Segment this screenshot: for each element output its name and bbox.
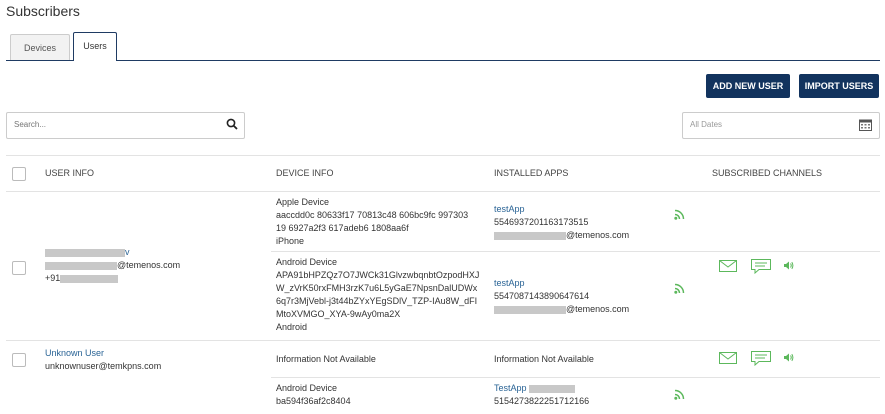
search-box xyxy=(6,112,245,139)
divider xyxy=(6,340,880,341)
device-type: Apple Device xyxy=(276,197,330,207)
date-filter[interactable]: All Dates xyxy=(682,112,880,139)
app-id: 5154273822251712166 xyxy=(494,396,590,406)
voice-channel-icon xyxy=(784,261,794,270)
column-header-installed-apps: INSTALLED APPS xyxy=(494,168,569,178)
device-id-line: APA91bHPZQz7O7JWCk31GlvzwbqnbtOzpodHXJ xyxy=(276,270,480,280)
select-all-checkbox[interactable] xyxy=(12,167,26,181)
calendar-icon[interactable] xyxy=(859,119,872,134)
device-id-line: 19 6927a2f3 617adeb6 1808aa6f xyxy=(276,223,409,233)
email-channel-icon xyxy=(719,352,737,364)
tab-devices[interactable]: Devices xyxy=(10,34,70,60)
device-info: Information Not Available xyxy=(276,354,376,364)
installed-app: TestApp 5154273822251712166 xyxy=(494,382,589,408)
device-type: Android Device xyxy=(276,383,338,393)
device-os: iPhone xyxy=(276,236,305,246)
redacted-email xyxy=(45,261,117,270)
device-info: Android Device APA91bHPZQz7O7JWCk31Glvzw… xyxy=(276,256,479,334)
user-name[interactable]: Unknown User xyxy=(45,347,161,360)
user-info: Unknown User unknownuser@temkpns.com xyxy=(45,347,161,373)
user-phone-prefix: +91 xyxy=(45,273,61,283)
redacted-email xyxy=(494,231,566,240)
rss-icon xyxy=(674,389,685,400)
app-id: 5546937201163173515 xyxy=(494,217,589,227)
tab-bar: Devices Users xyxy=(6,32,880,61)
user-email-suffix: @temenos.com xyxy=(117,260,181,270)
divider xyxy=(271,251,491,252)
date-filter-label: All Dates xyxy=(690,120,723,129)
device-id-line: 6q7r3MjVebl-j3t44bZYxYEgSDlV_TZP-IAu8W_d… xyxy=(276,296,478,306)
divider xyxy=(6,191,880,192)
column-header-subscribed-channels: SUBSCRIBED CHANNELS xyxy=(712,168,823,178)
app-name[interactable]: TestApp xyxy=(494,383,527,393)
column-header-device-info: DEVICE INFO xyxy=(276,168,334,178)
divider xyxy=(271,377,880,378)
search-icon[interactable] xyxy=(226,118,238,133)
device-os: Android xyxy=(276,322,308,332)
app-name[interactable]: testApp xyxy=(494,203,629,216)
app-email-suffix: @temenos.com xyxy=(566,230,630,240)
email-channel-icon xyxy=(719,260,737,272)
redacted-text xyxy=(529,384,576,393)
app-id: 5547087143890647614 xyxy=(494,291,590,301)
user-email: unknownuser@temkpns.com xyxy=(45,361,162,371)
add-new-user-button[interactable]: ADD NEW USER xyxy=(706,74,790,98)
page-title: Subscribers xyxy=(6,3,80,19)
divider xyxy=(6,155,880,156)
sms-channel-icon xyxy=(751,259,771,274)
rss-icon xyxy=(674,209,685,220)
voice-channel-icon xyxy=(784,353,794,362)
user-info: v @temenos.com +91 xyxy=(45,246,180,285)
redacted-email xyxy=(494,305,566,314)
user-name-suffix[interactable]: v xyxy=(125,247,130,257)
device-id-line: aaccdd0c 80633f17 70813c48 606bc9fc 9973… xyxy=(276,210,469,220)
column-header-user-info: USER INFO xyxy=(45,168,95,178)
row-checkbox[interactable] xyxy=(12,353,26,367)
device-id: ba594f36af2c8404 xyxy=(276,396,351,406)
installed-app: testApp 5546937201163173515 @temenos.com xyxy=(494,203,629,242)
sms-channel-icon xyxy=(751,351,771,366)
import-users-button[interactable]: IMPORT USERS xyxy=(799,74,879,98)
search-input[interactable] xyxy=(7,113,221,135)
tab-users[interactable]: Users xyxy=(73,32,117,61)
app-name[interactable]: testApp xyxy=(494,277,629,290)
divider xyxy=(491,251,880,252)
rss-icon xyxy=(674,283,685,294)
app-email-suffix: @temenos.com xyxy=(566,304,630,314)
redacted-phone xyxy=(60,274,119,283)
device-id-line: W_zVrK50rxFMH3rzK7u6L5yGaE7NpsnDalUDWx xyxy=(276,283,478,293)
row-checkbox[interactable] xyxy=(12,261,26,275)
installed-app: testApp 5547087143890647614 @temenos.com xyxy=(494,277,629,316)
device-id-line: MtoXVMGO_XYA-9wAy0ma2X xyxy=(276,309,401,319)
redacted-name xyxy=(45,248,125,257)
device-info: Apple Device aaccdd0c 80633f17 70813c48 … xyxy=(276,196,468,248)
device-type: Android Device xyxy=(276,257,338,267)
device-info: Android Device ba594f36af2c8404 xyxy=(276,382,351,408)
installed-apps: Information Not Available xyxy=(494,354,594,364)
